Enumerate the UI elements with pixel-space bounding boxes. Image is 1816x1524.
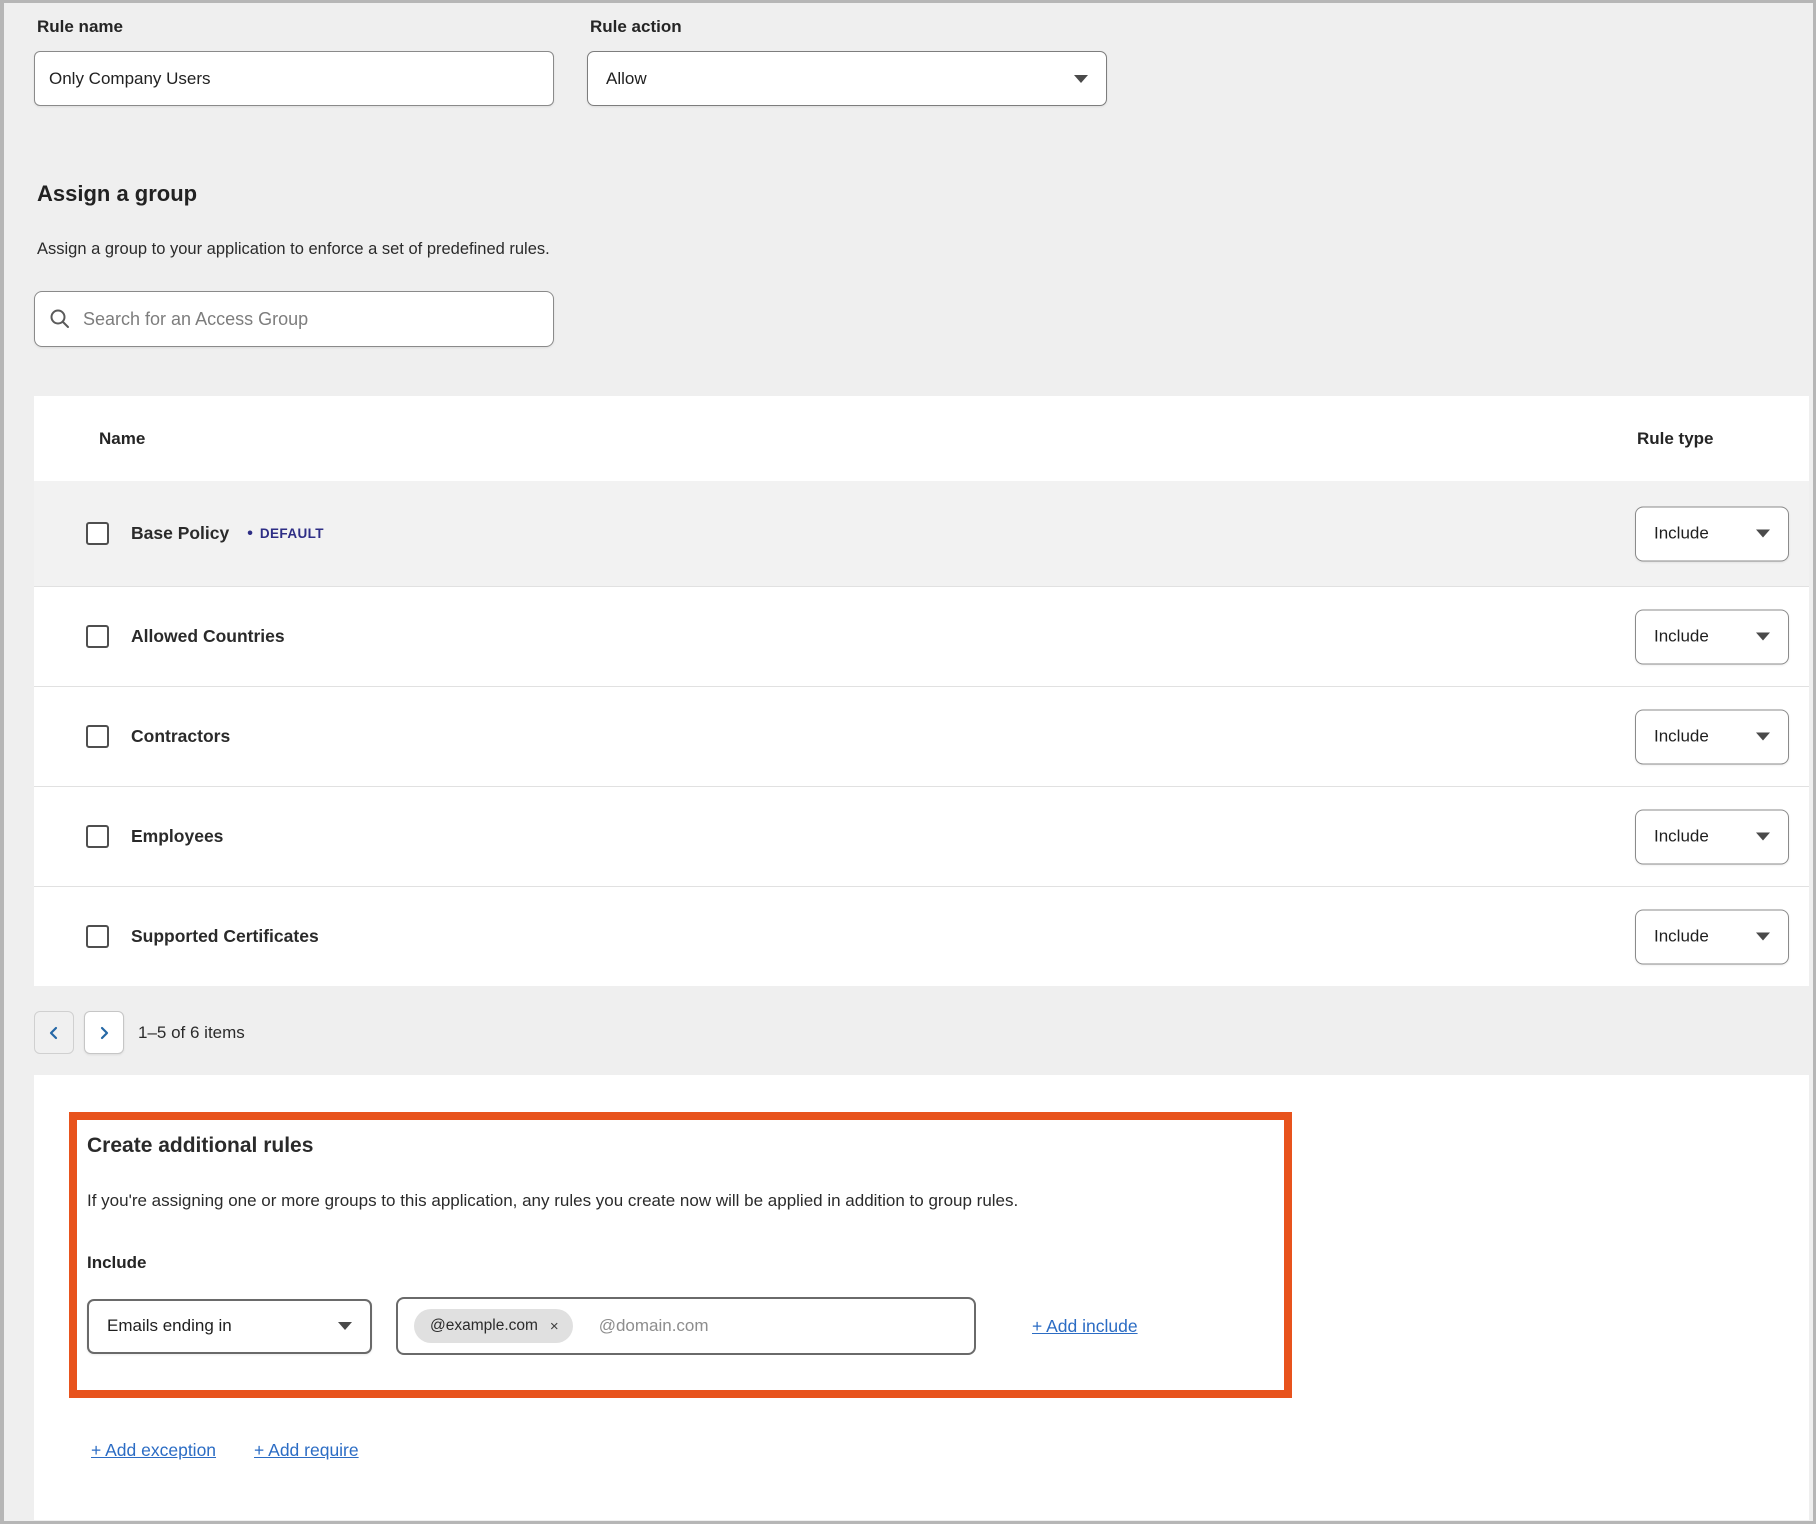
chevron-down-icon bbox=[1756, 530, 1770, 538]
rule-name-input[interactable] bbox=[34, 51, 554, 106]
rule-type-dropdown[interactable]: Include bbox=[1635, 506, 1789, 561]
badge-label: DEFAULT bbox=[260, 526, 324, 541]
chevron-down-icon bbox=[1074, 75, 1088, 83]
search-input[interactable] bbox=[83, 309, 539, 330]
chevron-down-icon bbox=[1756, 933, 1770, 941]
group-name: Employees bbox=[131, 826, 223, 847]
add-require-link[interactable]: + Add require bbox=[254, 1440, 359, 1461]
rule-type-dropdown[interactable]: Include bbox=[1635, 909, 1789, 964]
assign-group-description: Assign a group to your application to en… bbox=[37, 240, 550, 259]
default-badge: • DEFAULT bbox=[247, 525, 324, 543]
rule-action-dropdown[interactable]: Allow bbox=[587, 51, 1107, 106]
rule-action-links: + Add exception + Add require bbox=[91, 1440, 359, 1461]
chevron-down-icon bbox=[1756, 833, 1770, 841]
access-rule-page: Rule name Rule action Allow Assign a gro… bbox=[0, 0, 1816, 1524]
next-page-button[interactable] bbox=[84, 1011, 124, 1054]
table-row: Base Policy • DEFAULT Include bbox=[34, 481, 1809, 586]
tag-label: @example.com bbox=[430, 1317, 538, 1335]
chevron-left-icon bbox=[47, 1025, 61, 1041]
email-domain-tag-input[interactable]: @example.com × bbox=[396, 1297, 976, 1355]
column-header-name: Name bbox=[99, 396, 145, 481]
rule-type-value: Include bbox=[1654, 727, 1709, 747]
pagination-range-text: 1–5 of 6 items bbox=[138, 1023, 245, 1043]
rule-type-value: Include bbox=[1654, 827, 1709, 847]
include-rule-controls: Emails ending in @example.com × + Add in… bbox=[87, 1297, 1260, 1355]
condition-type-dropdown[interactable]: Emails ending in bbox=[87, 1299, 372, 1354]
rule-action-value: Allow bbox=[606, 69, 647, 89]
rule-type-value: Include bbox=[1654, 627, 1709, 647]
additional-rules-description: If you're assigning one or more groups t… bbox=[87, 1191, 1260, 1211]
row-checkbox[interactable] bbox=[86, 825, 109, 848]
rule-type-dropdown[interactable]: Include bbox=[1635, 809, 1789, 864]
chevron-down-icon bbox=[338, 1322, 352, 1330]
table-row: Allowed Countries Include bbox=[34, 586, 1809, 686]
rule-type-value: Include bbox=[1654, 524, 1709, 544]
remove-tag-icon[interactable]: × bbox=[550, 1319, 559, 1334]
chevron-down-icon bbox=[1756, 633, 1770, 641]
rule-type-dropdown[interactable]: Include bbox=[1635, 709, 1789, 764]
table-row: Contractors Include bbox=[34, 686, 1809, 786]
badge-dot: • bbox=[247, 525, 253, 543]
row-checkbox[interactable] bbox=[86, 625, 109, 648]
email-domain-input[interactable] bbox=[599, 1316, 974, 1336]
assign-group-heading: Assign a group bbox=[37, 181, 197, 207]
rule-type-value: Include bbox=[1654, 927, 1709, 947]
email-domain-tag: @example.com × bbox=[414, 1309, 573, 1343]
additional-rules-panel: Create additional rules If you're assign… bbox=[34, 1075, 1809, 1520]
table-row: Supported Certificates Include bbox=[34, 886, 1809, 986]
chevron-down-icon bbox=[1756, 733, 1770, 741]
pagination: 1–5 of 6 items bbox=[34, 1011, 245, 1054]
table-header: Name Rule type bbox=[34, 396, 1809, 481]
chevron-right-icon bbox=[97, 1025, 111, 1041]
group-name: Base Policy bbox=[131, 523, 229, 544]
row-checkbox[interactable] bbox=[86, 522, 109, 545]
row-checkbox[interactable] bbox=[86, 925, 109, 948]
group-name: Contractors bbox=[131, 726, 230, 747]
rule-action-label: Rule action bbox=[590, 17, 682, 37]
group-name: Supported Certificates bbox=[131, 926, 319, 947]
rule-type-dropdown[interactable]: Include bbox=[1635, 609, 1789, 664]
row-checkbox[interactable] bbox=[86, 725, 109, 748]
rule-name-label: Rule name bbox=[37, 17, 123, 37]
additional-rules-heading: Create additional rules bbox=[87, 1134, 1260, 1158]
column-header-rule-type: Rule type bbox=[1637, 396, 1714, 481]
access-group-search bbox=[34, 291, 554, 347]
add-exception-link[interactable]: + Add exception bbox=[91, 1440, 216, 1461]
search-icon bbox=[49, 308, 71, 330]
add-include-link[interactable]: + Add include bbox=[1032, 1316, 1138, 1337]
previous-page-button[interactable] bbox=[34, 1011, 74, 1054]
include-label: Include bbox=[87, 1253, 1260, 1273]
group-name: Allowed Countries bbox=[131, 626, 285, 647]
table-row: Employees Include bbox=[34, 786, 1809, 886]
create-additional-rules-highlight: Create additional rules If you're assign… bbox=[69, 1112, 1292, 1398]
access-groups-table: Name Rule type Base Policy • DEFAULT Inc… bbox=[34, 396, 1809, 986]
condition-type-value: Emails ending in bbox=[107, 1316, 232, 1336]
